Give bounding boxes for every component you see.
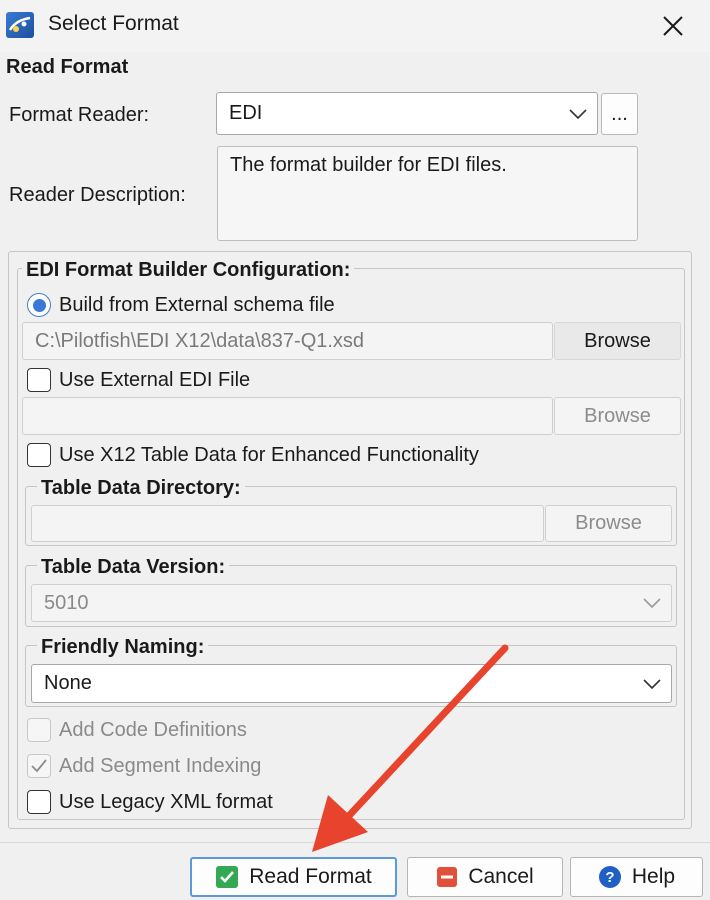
config-title: EDI Format Builder Configuration: [22, 259, 355, 282]
chevron-down-icon [643, 678, 661, 689]
cancel-icon [437, 867, 458, 887]
schema-radio-label: Build from External schema file [59, 294, 335, 316]
external-edi-path-field[interactable] [22, 397, 553, 435]
app-icon [6, 12, 34, 38]
format-reader-select[interactable]: EDI [216, 92, 598, 135]
table-version-value: 5010 [44, 591, 89, 614]
add-segment-checkbox[interactable] [27, 754, 51, 778]
read-format-button[interactable]: Read Format [190, 857, 397, 897]
read-format-button-label: Read Format [249, 865, 372, 888]
legacy-xml-checkbox[interactable] [27, 790, 51, 814]
checkmark-icon [31, 759, 47, 773]
table-version-title: Table Data Version: [37, 556, 230, 579]
external-edi-browse-button[interactable]: Browse [554, 397, 681, 435]
table-version-select[interactable]: 5010 [31, 584, 672, 622]
table-dir-browse-button[interactable]: Browse [545, 505, 672, 542]
read-format-heading: Read Format [6, 56, 129, 78]
cancel-button-label: Cancel [468, 865, 534, 888]
chevron-down-icon [569, 108, 587, 119]
close-icon [663, 16, 683, 36]
table-dir-title: Table Data Directory: [37, 477, 245, 500]
reader-more-button[interactable]: ... [601, 93, 638, 135]
external-edi-checkbox[interactable] [27, 368, 51, 392]
radio-selected-dot [32, 298, 46, 312]
schema-path-field[interactable]: C:\Pilotfish\EDI X12\data\837-Q1.xsd [22, 322, 553, 360]
format-reader-label: Format Reader: [9, 104, 150, 126]
legacy-xml-label: Use Legacy XML format [59, 791, 273, 813]
friendly-naming-value: None [44, 672, 92, 694]
table-dir-path-field[interactable] [31, 505, 544, 542]
close-button[interactable] [652, 6, 694, 46]
window-title: Select Format [48, 12, 179, 35]
friendly-naming-title: Friendly Naming: [37, 636, 209, 659]
help-button[interactable]: ? Help [570, 857, 703, 897]
friendly-naming-select[interactable]: None [31, 664, 672, 703]
schema-radio[interactable] [27, 293, 51, 317]
footer-divider [0, 842, 710, 843]
help-icon: ? [598, 866, 621, 888]
svg-text:?: ? [605, 869, 614, 886]
external-edi-label: Use External EDI File [59, 369, 251, 391]
format-reader-value: EDI [229, 102, 263, 124]
cancel-button[interactable]: Cancel [407, 857, 563, 897]
check-icon [216, 866, 239, 888]
add-code-label: Add Code Definitions [59, 719, 247, 741]
schema-browse-button[interactable]: Browse [554, 322, 681, 360]
add-segment-label: Add Segment Indexing [59, 755, 262, 777]
reader-description-label: Reader Description: [9, 184, 186, 206]
reader-description-box: The format builder for EDI files. [217, 146, 638, 241]
chevron-down-icon [643, 598, 661, 608]
x12-table-checkbox[interactable] [27, 443, 51, 467]
x12-table-label: Use X12 Table Data for Enhanced Function… [59, 444, 479, 466]
help-button-label: Help [631, 865, 676, 888]
add-code-checkbox[interactable] [27, 718, 51, 742]
